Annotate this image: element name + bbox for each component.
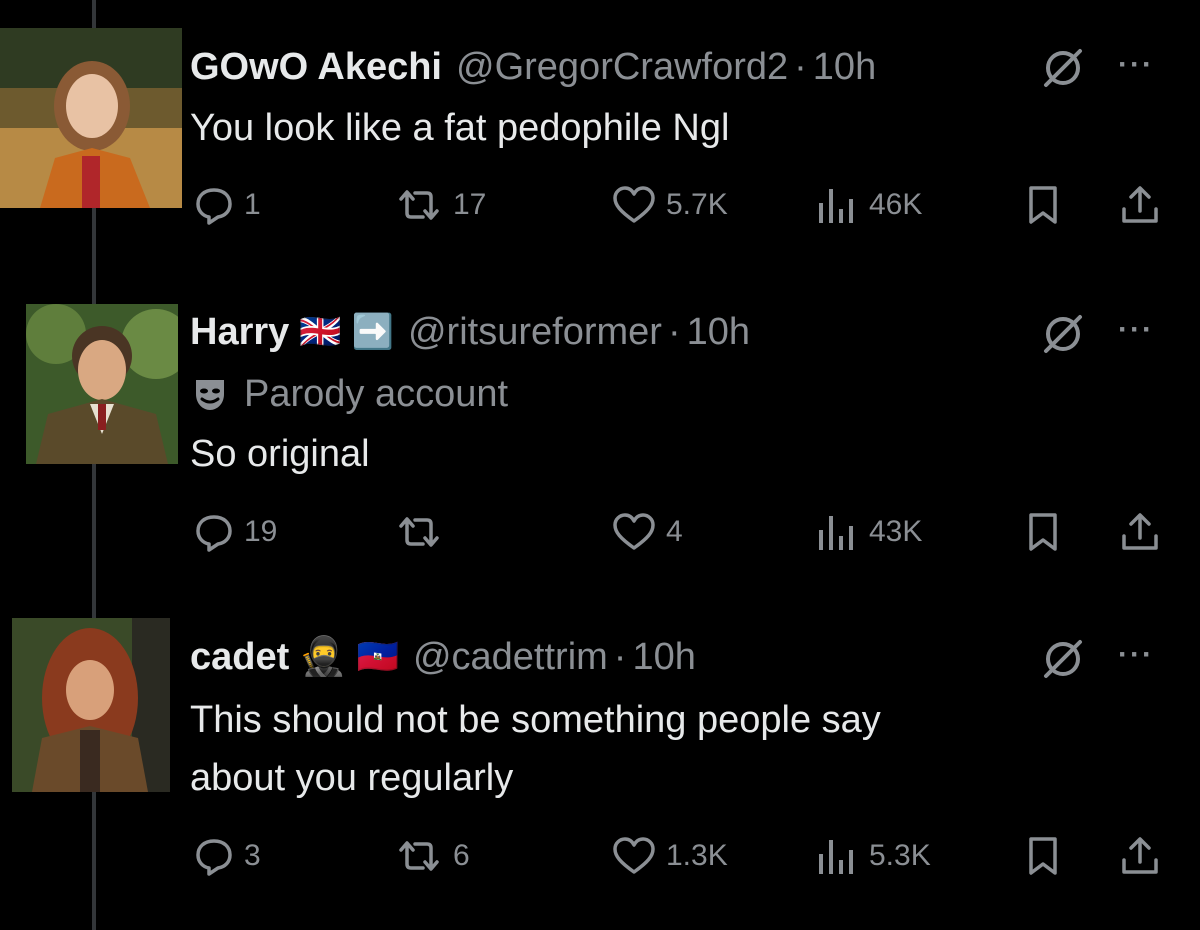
bookmark-icon <box>1029 513 1057 551</box>
tweet-text: You look like a fat pedophile Ngl <box>190 107 730 149</box>
reply-count: 1 <box>244 188 261 221</box>
reply-button[interactable]: 1 <box>192 183 261 227</box>
share-icon <box>1122 513 1158 550</box>
ninja-emoji: 🥷 <box>299 636 347 678</box>
avatar[interactable] <box>0 28 182 208</box>
reply-icon <box>196 839 232 876</box>
bookmark-button[interactable] <box>1026 183 1060 227</box>
views-button[interactable]: 43K <box>815 510 922 554</box>
reply-button[interactable]: 19 <box>192 510 277 554</box>
avatar[interactable] <box>12 618 170 792</box>
parody-label: Parody account <box>190 368 508 420</box>
tweet-text-line-2: about you regularly <box>190 757 514 799</box>
repost-icon <box>399 841 439 871</box>
handle[interactable]: @cadettrim <box>413 636 608 679</box>
bookmark-button[interactable] <box>1026 834 1060 878</box>
share-button[interactable] <box>1118 510 1162 554</box>
share-icon <box>1122 837 1158 874</box>
tweet-text-line-1: This should not be something people say <box>190 699 881 741</box>
like-button[interactable]: 4 <box>610 510 683 554</box>
separator-dot: · <box>613 635 627 678</box>
bookmark-icon <box>1029 186 1057 224</box>
reply-count: 3 <box>244 839 261 872</box>
action-bar: 1 17 5.7K 46K <box>0 183 1200 233</box>
like-count: 1.3K <box>666 839 728 872</box>
repost-button[interactable] <box>393 510 453 554</box>
grok-icon[interactable] <box>1040 636 1086 682</box>
display-name[interactable]: GOwO Akechi <box>190 46 442 89</box>
timestamp[interactable]: 10h <box>687 311 750 354</box>
separator-dot: · <box>667 310 681 353</box>
grok-icon[interactable] <box>1040 45 1086 91</box>
display-name[interactable]: cadet <box>190 636 289 679</box>
tweet-header: GOwO Akechi @GregorCrawford2 · 10h <box>190 42 876 92</box>
handle[interactable]: @ritsureformer <box>408 311 662 354</box>
like-icon <box>613 513 655 550</box>
share-button[interactable] <box>1118 183 1162 227</box>
grok-icon[interactable] <box>1040 311 1086 357</box>
separator-dot: · <box>794 45 807 88</box>
more-icon[interactable]: ··· <box>1118 48 1154 82</box>
more-icon[interactable]: ··· <box>1118 313 1154 347</box>
like-icon <box>613 186 655 223</box>
bookmark-icon <box>1029 837 1057 875</box>
handle[interactable]: @GregorCrawford2 <box>456 46 788 89</box>
bookmark-button[interactable] <box>1026 510 1060 554</box>
avatar[interactable] <box>26 304 178 464</box>
tweet-header: cadet 🥷 🇭🇹 @cadettrim · 10h <box>190 632 696 682</box>
more-icon[interactable]: ··· <box>1118 638 1154 672</box>
repost-count: 17 <box>453 188 487 221</box>
repost-count: 6 <box>453 839 470 872</box>
tweet-text: So original <box>190 433 370 475</box>
timestamp[interactable]: 10h <box>813 46 876 89</box>
share-icon <box>1122 186 1158 223</box>
flag-haiti-emoji: 🇭🇹 <box>356 638 399 676</box>
view-count: 46K <box>869 188 923 221</box>
like-button[interactable]: 5.7K <box>610 183 728 227</box>
repost-icon <box>399 190 439 220</box>
reply-icon <box>196 188 232 225</box>
views-icon <box>819 189 853 223</box>
views-button[interactable]: 5.3K <box>815 834 931 878</box>
like-count: 5.7K <box>666 188 728 221</box>
timestamp[interactable]: 10h <box>632 636 695 679</box>
view-count: 43K <box>869 515 923 548</box>
tweet-header: Harry 🇬🇧 ➡️ @ritsureformer · 10h <box>190 307 750 357</box>
parody-mask-icon <box>196 380 224 410</box>
action-bar: 3 6 1.3K 5.3K <box>0 834 1200 884</box>
reply-count: 19 <box>244 515 278 548</box>
view-count: 5.3K <box>869 839 931 872</box>
views-icon <box>819 516 853 550</box>
views-icon <box>819 840 853 874</box>
flag-uk-emoji: 🇬🇧 <box>299 313 342 351</box>
repost-icon <box>399 517 439 547</box>
reply-button[interactable]: 3 <box>192 834 261 878</box>
reply-icon <box>196 515 232 552</box>
like-count: 4 <box>666 515 683 548</box>
display-name[interactable]: Harry <box>190 311 289 354</box>
action-bar: 19 4 43K <box>0 510 1200 560</box>
share-button[interactable] <box>1118 834 1162 878</box>
like-button[interactable]: 1.3K <box>610 834 728 878</box>
views-button[interactable]: 46K <box>815 183 922 227</box>
like-icon <box>613 837 655 874</box>
repost-button[interactable]: 17 <box>393 183 486 227</box>
right-arrow-emoji: ➡️ <box>351 313 394 351</box>
repost-button[interactable]: 6 <box>393 834 470 878</box>
parody-text: Parody account <box>244 372 509 415</box>
